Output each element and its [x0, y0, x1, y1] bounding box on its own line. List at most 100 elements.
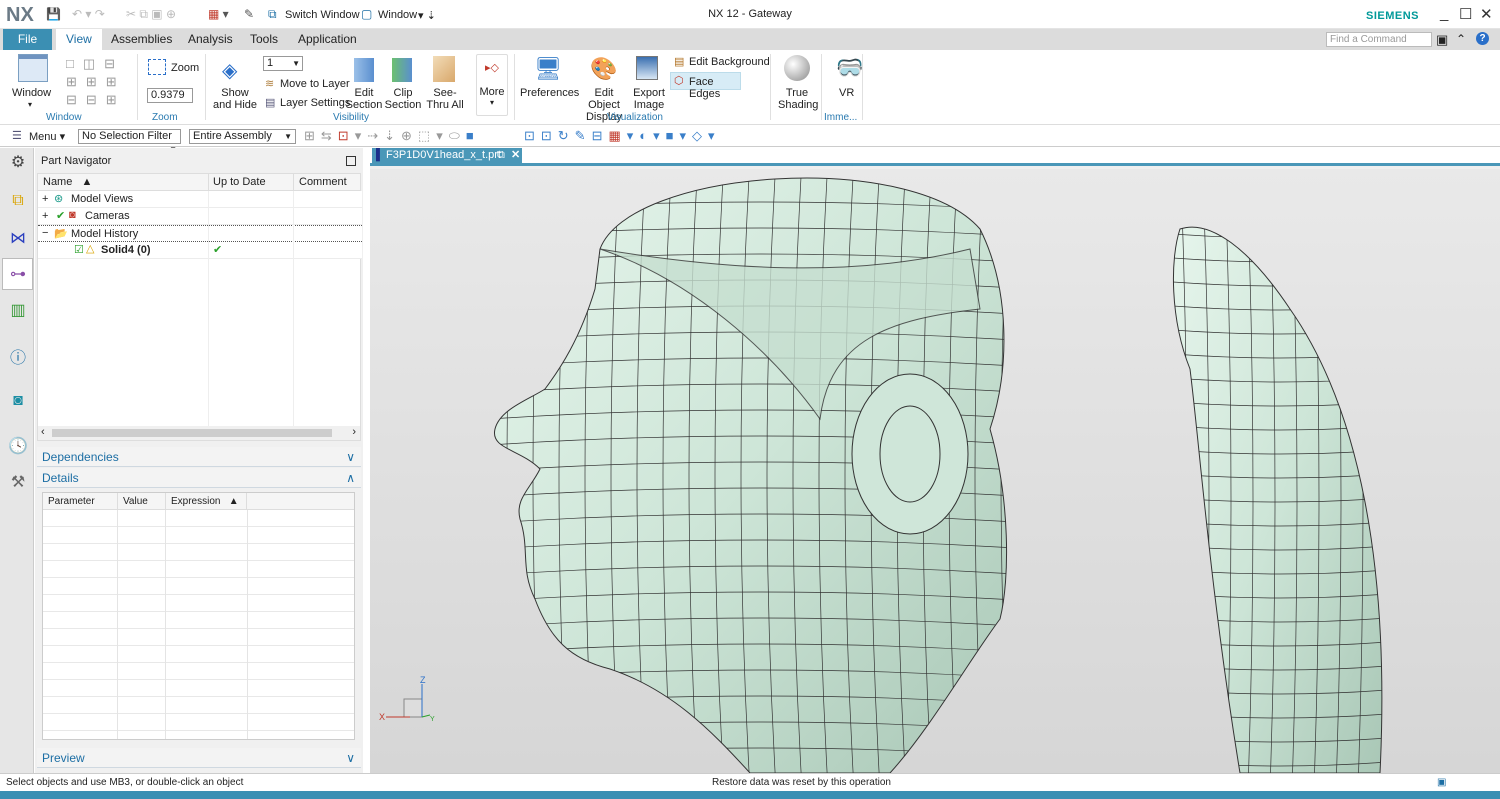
column-name[interactable]: Name ▲: [43, 174, 92, 191]
layer-select[interactable]: 1 ▼: [263, 56, 303, 71]
tree-row-solid4[interactable]: ☑ △ Solid4 (0) ✔: [38, 242, 362, 259]
status-bar: Select objects and use MB3, or double-cl…: [0, 773, 1500, 791]
tab-view[interactable]: View: [56, 29, 102, 50]
tree-row-cameras[interactable]: + ✔ ◙ Cameras: [38, 208, 362, 225]
group-window-label: Window: [46, 112, 82, 123]
tab-assemblies[interactable]: Assemblies: [101, 29, 182, 50]
assembly-scope-select[interactable]: Entire Assembly ▼: [189, 129, 296, 144]
window-button[interactable]: Window: [12, 87, 51, 99]
preferences-button[interactable]: Preferences: [520, 87, 579, 99]
see-thru-icon: [433, 56, 455, 82]
gear-icon[interactable]: ⚙: [8, 152, 28, 172]
part-navigator-icon[interactable]: ⊶: [8, 264, 28, 284]
tab-analysis[interactable]: Analysis: [178, 29, 243, 50]
selection-filter-value: No Selection Filter: [82, 130, 172, 142]
assembly-scope-value: Entire Assembly: [193, 130, 272, 142]
row-label: Model Views: [71, 193, 134, 205]
face-edges-icon: ⬡: [674, 75, 684, 87]
tab-file[interactable]: File: [3, 29, 52, 50]
history-icon[interactable]: 🕓: [8, 436, 28, 456]
layer-settings-button[interactable]: Layer Settings: [280, 97, 350, 109]
panel-title: Part Navigator: [41, 155, 112, 167]
menu-button[interactable]: Menu ▾: [29, 130, 65, 143]
zoom-scale-input[interactable]: 0.9379: [147, 88, 193, 103]
find-command-input[interactable]: Find a Command: [1326, 32, 1432, 47]
selection-toolbar: ☰ Menu ▾ No Selection Filter▼ Entire Ass…: [0, 126, 1500, 154]
vr-headset-icon: 🥽: [836, 55, 864, 80]
ribbon: Window ▾ □◫⊟ ⊞⊞⊞ ⊟⊟⊞ Window Zoom 0.9379 …: [0, 50, 1500, 125]
document-tabs: ▌ F3P1D0V1head_x_t.prt ⧉ ✕: [370, 148, 1500, 166]
checkbox-checked-icon[interactable]: ☑: [74, 243, 84, 256]
column-value[interactable]: Value: [117, 493, 148, 510]
tab-application[interactable]: Application: [288, 29, 367, 50]
assembly-navigator-icon[interactable]: ⧉: [8, 192, 28, 212]
show-hide-icon: ◈: [222, 60, 238, 82]
graphics-window[interactable]: ▌ F3P1D0V1head_x_t.prt ⧉ ✕ Z X Y: [370, 148, 1500, 773]
edit-background-button[interactable]: Edit Background: [689, 56, 770, 68]
more-button[interactable]: ▸◇ More ▾: [476, 54, 508, 116]
edit-section-button[interactable]: Edit Section: [345, 87, 383, 111]
face-edges-label: Face Edges: [689, 76, 721, 100]
constraint-navigator-icon[interactable]: ⋈: [8, 228, 28, 248]
document-tab-label: F3P1D0V1head_x_t.prt: [386, 149, 501, 161]
help-icon[interactable]: ?: [1476, 32, 1489, 45]
status-prompt: Select objects and use MB3, or double-cl…: [6, 777, 244, 788]
tree-row-model-views[interactable]: + ⊛ Model Views: [38, 191, 362, 208]
face-edges-button[interactable]: ⬡ Face Edges: [670, 72, 741, 100]
selection-tool-icons[interactable]: ⊞⇆⊡▾⇢⇣⊕⬚▾⬭■: [304, 128, 480, 144]
column-parameter[interactable]: Parameter: [48, 493, 95, 510]
details-table: Parameter Value Expression ▲: [42, 492, 355, 740]
column-up-to-date[interactable]: Up to Date: [208, 174, 266, 191]
part-navigator-panel: Part Navigator Name ▲ Up to Date Comment…: [35, 148, 363, 773]
details-section[interactable]: Details ∧: [37, 468, 361, 488]
z-axis-label: Z: [420, 675, 426, 685]
horizontal-scrollbar[interactable]: ‹ ›: [38, 426, 360, 440]
maximize-button[interactable]: ☐: [1459, 5, 1472, 23]
minimize-button[interactable]: _: [1440, 5, 1448, 22]
up-to-date-check-icon: ✔: [213, 244, 223, 256]
column-expression[interactable]: Expression ▲: [165, 493, 247, 510]
undock-icon[interactable]: ⧉: [497, 148, 505, 163]
vr-button[interactable]: VR: [839, 87, 854, 99]
hd3d-tools-icon[interactable]: ⓘ: [8, 344, 28, 367]
resource-bar: ⚙ ⧉ ⋈ ⊶ ▥ ⓘ ◙ 🕓 ⚒: [0, 148, 34, 773]
selection-filter-select[interactable]: No Selection Filter▼: [78, 129, 181, 154]
layout-grid-icons[interactable]: □◫⊟ ⊞⊞⊞ ⊟⊟⊞: [66, 55, 126, 109]
export-image-icon: [636, 56, 658, 80]
tree-row-model-history[interactable]: − 📂 Model History: [38, 225, 362, 242]
menu-label: Menu: [29, 131, 57, 143]
collapse-ribbon-icon[interactable]: ⌃: [1456, 32, 1466, 46]
see-thru-all-button[interactable]: See-Thru All: [424, 87, 466, 111]
document-tab[interactable]: ▌ F3P1D0V1head_x_t.prt ⧉ ✕: [372, 148, 522, 163]
y-axis-label: Y: [430, 716, 435, 723]
tree-header: Name ▲ Up to Date Comment: [38, 174, 360, 191]
roles-icon[interactable]: ⚒: [8, 472, 28, 492]
dependencies-section[interactable]: Dependencies ∨: [37, 447, 361, 467]
head-model[interactable]: Z X Y: [370, 169, 1500, 773]
maximize-panel-button[interactable]: [346, 156, 356, 166]
show-and-hide-button[interactable]: Show and Hide: [212, 87, 258, 111]
details-label: Details: [42, 471, 79, 485]
ribbon-options-icon[interactable]: ▣: [1436, 32, 1448, 48]
reuse-library-icon[interactable]: ▥: [8, 300, 28, 320]
more-icon: ▸◇: [485, 62, 499, 74]
bottom-bar: [0, 791, 1500, 799]
web-browser-icon[interactable]: ◙: [8, 392, 28, 412]
export-image-button[interactable]: Export Image: [632, 87, 666, 111]
close-button[interactable]: ✕: [1480, 5, 1493, 23]
true-shading-button[interactable]: True Shading: [778, 87, 818, 111]
camera-icon: ◙: [69, 209, 76, 221]
clip-section-button[interactable]: Clip Section: [384, 87, 422, 111]
preview-section[interactable]: Preview ∨: [37, 748, 361, 768]
close-tab-icon[interactable]: ✕: [511, 148, 520, 163]
window-title: NX 12 - Gateway: [708, 8, 792, 20]
status-message: Restore data was reset by this operation: [712, 777, 891, 788]
column-comment[interactable]: Comment: [293, 174, 362, 191]
full-screen-icon[interactable]: ▣: [1437, 774, 1446, 791]
edit-background-icon: ▤: [674, 56, 685, 68]
move-to-layer-button[interactable]: Move to Layer: [280, 78, 350, 90]
zoom-button[interactable]: Zoom: [171, 62, 199, 74]
tab-tools[interactable]: Tools: [240, 29, 288, 50]
view-tool-icons[interactable]: ⊡⊡↻✎⊟▦▾◐▾■▾◇▾: [524, 128, 721, 144]
row-label: Cameras: [85, 210, 130, 222]
